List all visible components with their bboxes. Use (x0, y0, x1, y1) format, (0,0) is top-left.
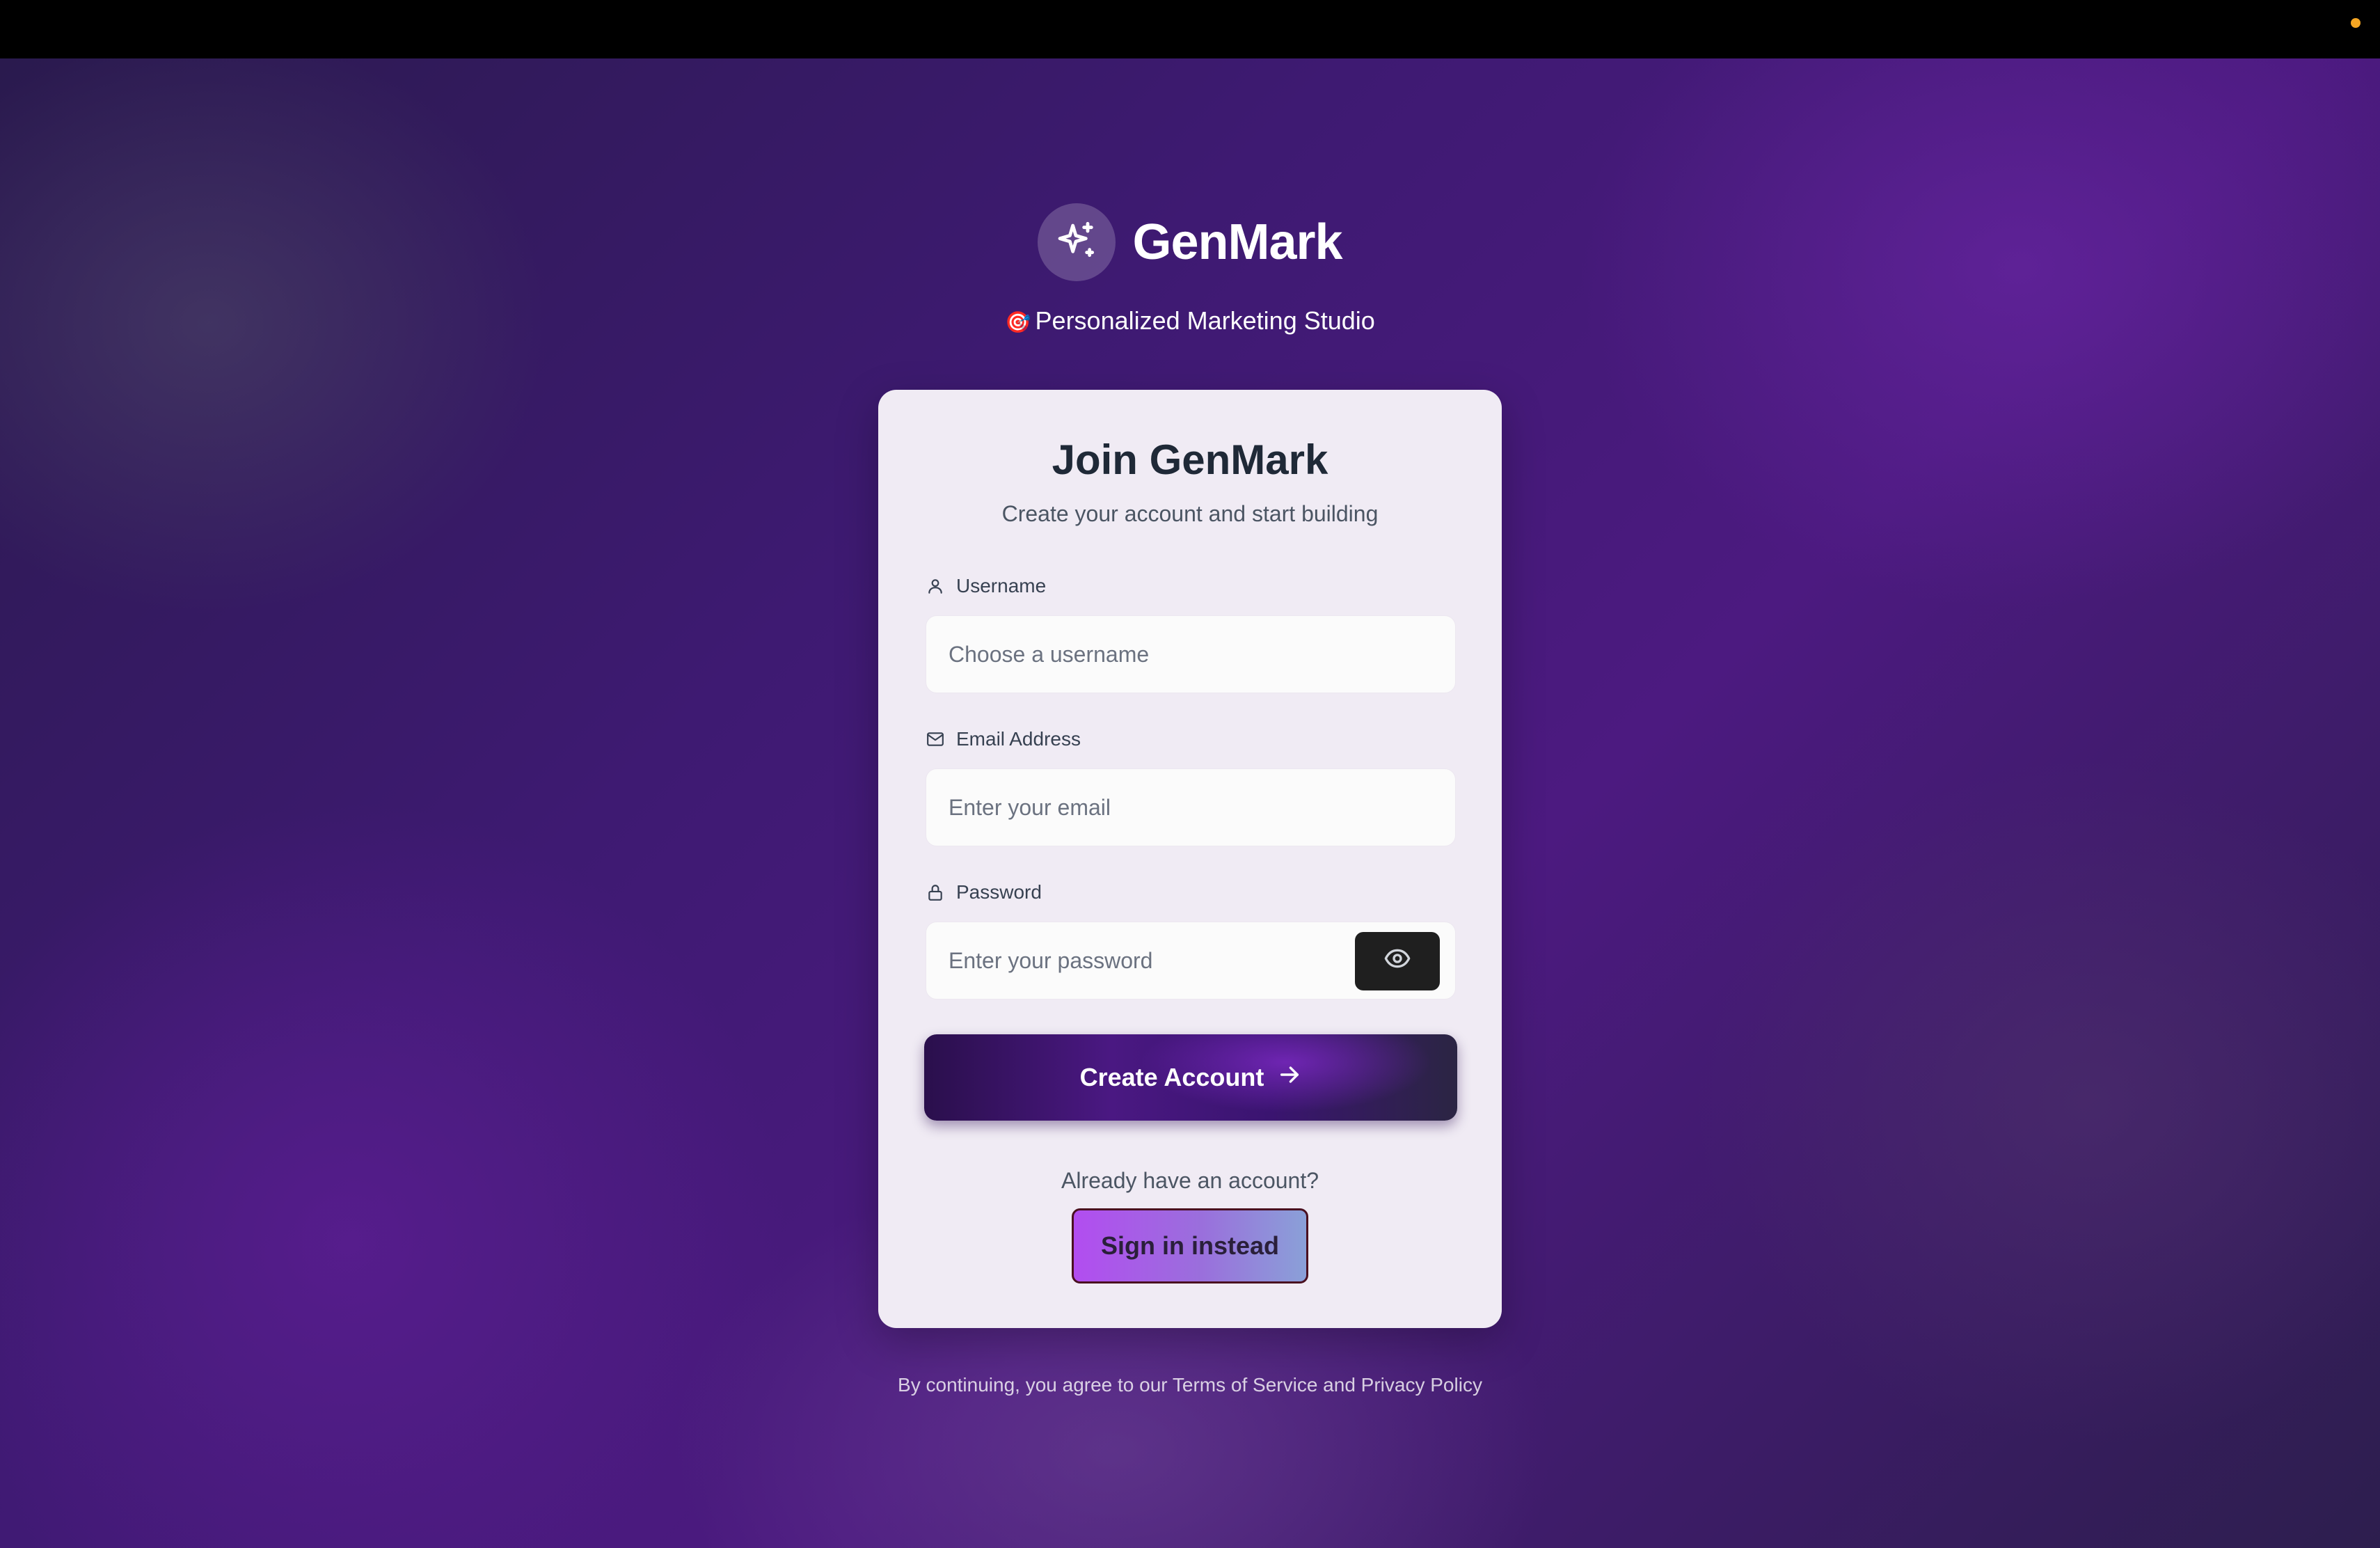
username-placeholder: Choose a username (949, 641, 1150, 667)
username-label: Username (926, 575, 1046, 597)
sign-in-button[interactable]: Sign in instead (1072, 1208, 1308, 1284)
brand-name: GenMark (1132, 214, 1342, 270)
mail-icon (926, 729, 945, 749)
username-label-text: Username (956, 575, 1047, 597)
create-account-label: Create Account (1079, 1063, 1264, 1091)
tagline-text: Personalized Marketing Studio (1035, 306, 1375, 335)
signup-card: Join GenMark Create your account and sta… (878, 390, 1502, 1328)
email-input[interactable]: Enter your email (926, 768, 1456, 846)
password-label: Password (926, 881, 1042, 903)
show-password-button[interactable] (1355, 932, 1440, 990)
lock-icon (926, 883, 945, 902)
password-placeholder: Enter your password (949, 947, 1153, 973)
arrow-right-icon (1278, 1063, 1301, 1093)
user-icon (926, 576, 945, 596)
terms-footer: By continuing, you agree to our Terms of… (898, 1374, 1482, 1396)
target-icon: 🎯 (1005, 311, 1031, 334)
card-subtitle: Create your account and start building (1001, 501, 1379, 526)
brand-header: GenMark (0, 203, 2380, 281)
username-input[interactable]: Choose a username (926, 615, 1456, 693)
eye-icon (1383, 945, 1411, 978)
top-bar (0, 0, 2380, 58)
create-account-button[interactable]: Create Account (924, 1034, 1457, 1121)
password-input[interactable]: Enter your password (926, 922, 1456, 1000)
password-label-text: Password (956, 881, 1042, 903)
email-label-text: Email Address (956, 728, 1081, 750)
sparkles-icon (1038, 203, 1116, 281)
sign-in-label: Sign in instead (1100, 1231, 1280, 1260)
card-title: Join GenMark (1052, 436, 1328, 483)
email-label: Email Address (926, 728, 1081, 750)
tagline: 🎯 Personalized Marketing Studio (0, 306, 2380, 335)
already-have-account-text: Already have an account? (1061, 1168, 1319, 1193)
email-placeholder: Enter your email (949, 794, 1111, 820)
status-dot (2351, 18, 2361, 28)
